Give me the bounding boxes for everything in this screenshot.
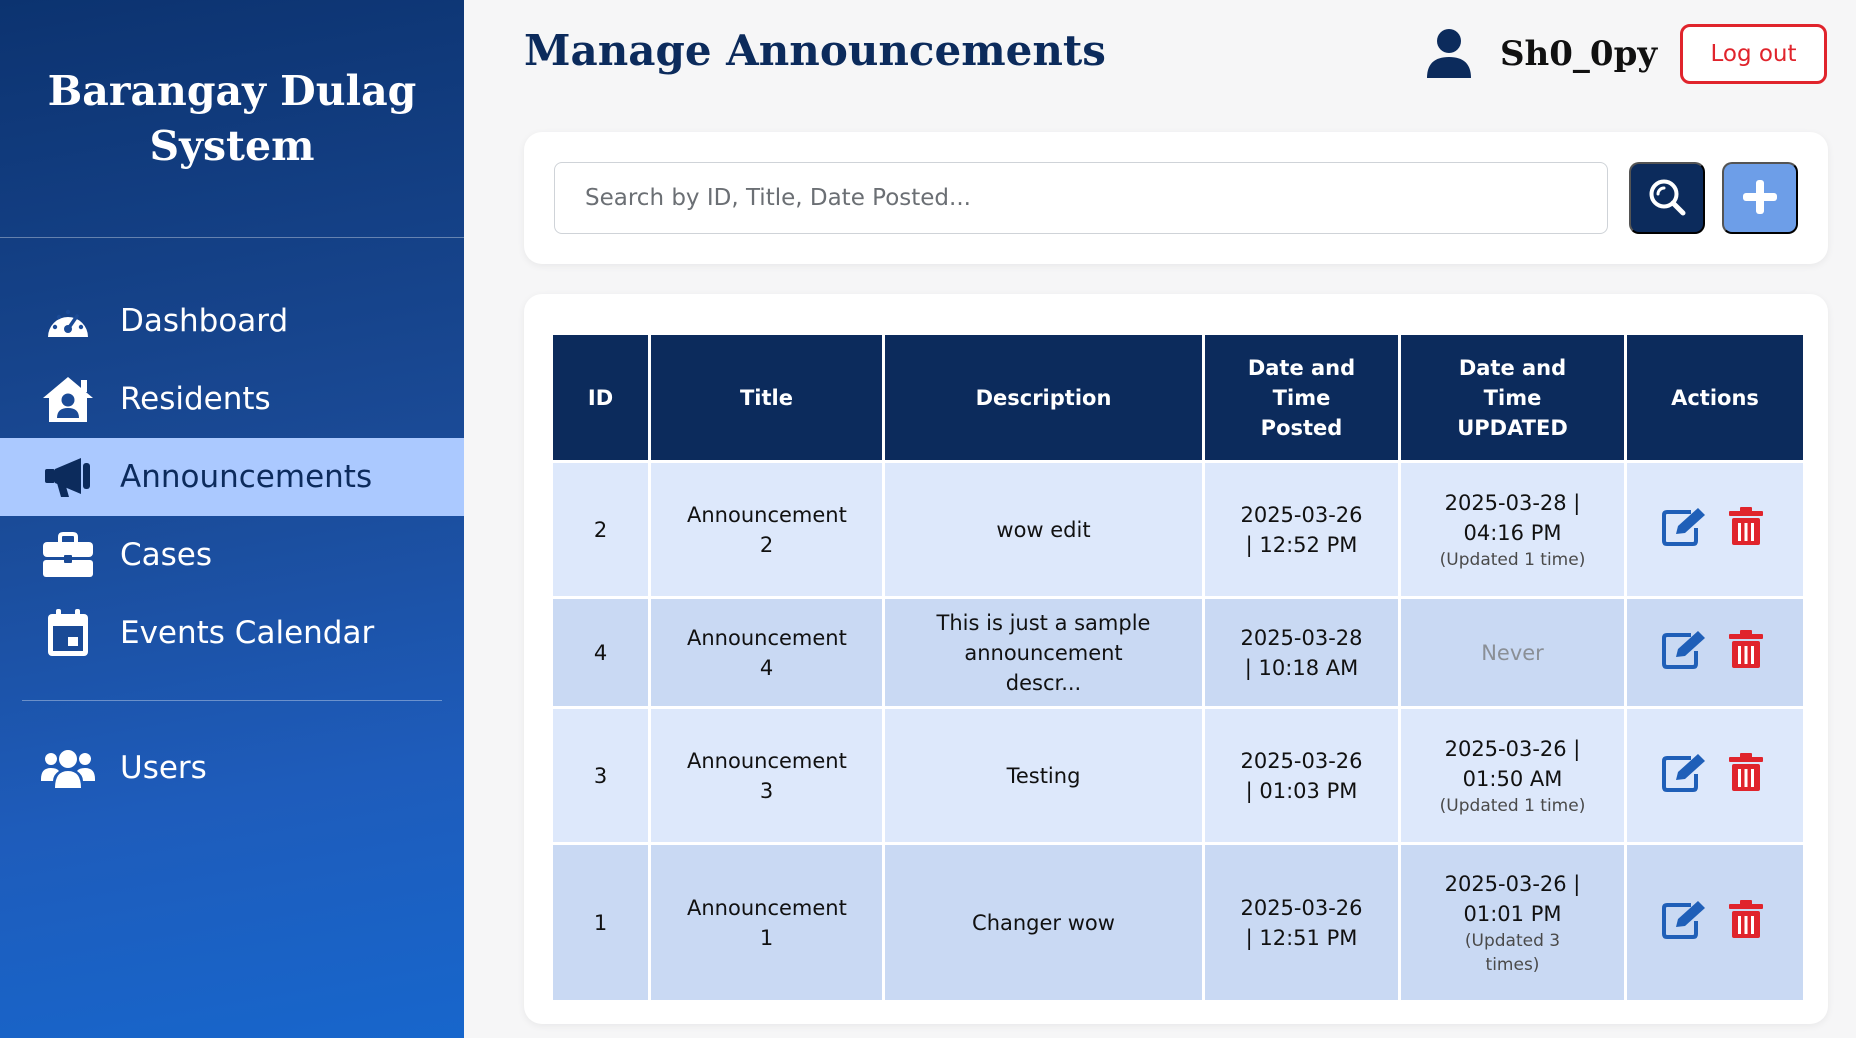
sidebar-divider	[22, 700, 442, 701]
brand-title: Barangay Dulag System	[0, 0, 464, 238]
updated-datetime: 2025-03-28 | 04:16 PM	[1444, 490, 1581, 545]
cell-id: 1	[550, 842, 651, 1003]
delete-button[interactable]	[1724, 629, 1768, 677]
edit-icon	[1661, 506, 1707, 554]
trash-icon	[1728, 752, 1764, 800]
sidebar-item-label: Dashboard	[120, 303, 289, 339]
cell-id: 2	[550, 460, 651, 599]
delete-button[interactable]	[1724, 506, 1768, 554]
cell-description: Testing	[882, 706, 1205, 845]
logout-button[interactable]: Log out	[1680, 24, 1827, 84]
cell-title: Announcement 2	[648, 460, 885, 599]
edit-button[interactable]	[1661, 506, 1707, 554]
sidebar-item-label: Residents	[120, 381, 271, 417]
page-title: Manage Announcements	[524, 26, 1106, 75]
edit-button[interactable]	[1661, 629, 1707, 677]
cell-date-posted: 2025-03-26 | 12:52 PM	[1202, 460, 1401, 599]
column-header-description[interactable]: Description	[882, 332, 1205, 463]
cell-title: Announcement 3	[648, 706, 885, 845]
cell-actions	[1624, 842, 1806, 1003]
edit-icon	[1661, 629, 1707, 677]
column-header-date-posted[interactable]: Date and Time Posted	[1202, 332, 1401, 463]
table-row: 3 Announcement 3 Testing 2025-03-26 | 01…	[550, 706, 1806, 845]
updated-datetime: 2025-03-26 | 01:50 AM	[1444, 736, 1581, 791]
cell-date-posted: 2025-03-26 | 12:51 PM	[1202, 842, 1401, 1003]
calendar-icon	[40, 605, 96, 661]
cell-id: 3	[550, 706, 651, 845]
trash-icon	[1728, 899, 1764, 947]
cell-description: Changer wow	[882, 842, 1205, 1003]
sidebar-item-events-calendar[interactable]: Events Calendar	[0, 594, 464, 672]
announcements-table-card: ID Title Description Date and Time Poste…	[524, 294, 1828, 1024]
sidebar-item-users[interactable]: Users	[0, 729, 464, 807]
cell-date-posted: 2025-03-26 | 01:03 PM	[1202, 706, 1401, 845]
gauge-icon	[40, 293, 96, 349]
user-profile[interactable]: Sh0_0py	[1426, 28, 1657, 80]
updated-datetime: 2025-03-26 | 01:01 PM	[1444, 871, 1581, 926]
updated-count-note: (Updated 1 time)	[1439, 549, 1586, 570]
delete-button[interactable]	[1724, 899, 1768, 947]
cell-title: Announcement 1	[648, 842, 885, 1003]
table-row: 1 Announcement 1 Changer wow 2025-03-26 …	[550, 842, 1806, 1003]
edit-button[interactable]	[1661, 752, 1707, 800]
sidebar-item-residents[interactable]: Residents	[0, 360, 464, 438]
column-header-date-updated[interactable]: Date and Time UPDATED	[1398, 332, 1627, 463]
add-announcement-button[interactable]	[1722, 162, 1798, 234]
edit-icon	[1661, 899, 1707, 947]
cell-title: Announcement 4	[648, 596, 885, 709]
sidebar-item-cases[interactable]: Cases	[0, 516, 464, 594]
sidebar-item-label: Users	[120, 750, 207, 786]
sidebar-nav: Dashboard Residents Announcements Cases …	[0, 282, 464, 807]
cell-date-updated: 2025-03-28 | 04:16 PM (Updated 1 time)	[1398, 460, 1627, 599]
table-header-row: ID Title Description Date and Time Poste…	[550, 332, 1806, 463]
cell-description: This is just a sample announcement descr…	[882, 596, 1205, 709]
sidebar-item-announcements[interactable]: Announcements	[0, 438, 464, 516]
sidebar-item-label: Events Calendar	[120, 615, 375, 651]
search-input[interactable]	[554, 162, 1608, 234]
cell-date-posted: 2025-03-28 | 10:18 AM	[1202, 596, 1401, 709]
cell-actions	[1624, 706, 1806, 845]
sidebar-item-label: Cases	[120, 537, 213, 573]
sidebar-item-dashboard[interactable]: Dashboard	[0, 282, 464, 360]
search-card	[524, 132, 1828, 264]
edit-icon	[1661, 752, 1707, 800]
trash-icon	[1728, 506, 1764, 554]
house-user-icon	[40, 371, 96, 427]
search-icon	[1647, 177, 1687, 220]
sidebar-item-label: Announcements	[120, 459, 373, 495]
updated-count-note: (Updated 3 times)	[1464, 930, 1561, 975]
column-header-id[interactable]: ID	[550, 332, 651, 463]
announcements-table: ID Title Description Date and Time Poste…	[550, 332, 1806, 1003]
cell-date-updated: 2025-03-26 | 01:50 AM (Updated 1 time)	[1398, 706, 1627, 845]
username: Sh0_0py	[1500, 34, 1658, 74]
megaphone-icon	[40, 449, 96, 505]
edit-button[interactable]	[1661, 899, 1707, 947]
briefcase-icon	[40, 527, 96, 583]
search-button[interactable]	[1629, 162, 1705, 234]
plus-icon	[1740, 177, 1780, 220]
column-header-title[interactable]: Title	[648, 332, 885, 463]
cell-actions	[1624, 460, 1806, 599]
sidebar: Barangay Dulag System Dashboard Resident…	[0, 0, 464, 1038]
cell-description: wow edit	[882, 460, 1205, 599]
cell-date-updated: 2025-03-26 | 01:01 PM (Updated 3 times)	[1398, 842, 1627, 1003]
cell-id: 4	[550, 596, 651, 709]
cell-actions	[1624, 596, 1806, 709]
updated-count-note: (Updated 1 time)	[1439, 795, 1586, 816]
table-row: 4 Announcement 4 This is just a sample a…	[550, 596, 1806, 709]
table-row: 2 Announcement 2 wow edit 2025-03-26 | 1…	[550, 460, 1806, 599]
column-header-actions: Actions	[1624, 332, 1806, 463]
user-icon	[1426, 28, 1476, 80]
updated-datetime: Never	[1481, 640, 1544, 665]
trash-icon	[1728, 629, 1764, 677]
users-icon	[40, 740, 96, 796]
cell-date-updated: Never	[1398, 596, 1627, 709]
delete-button[interactable]	[1724, 752, 1768, 800]
